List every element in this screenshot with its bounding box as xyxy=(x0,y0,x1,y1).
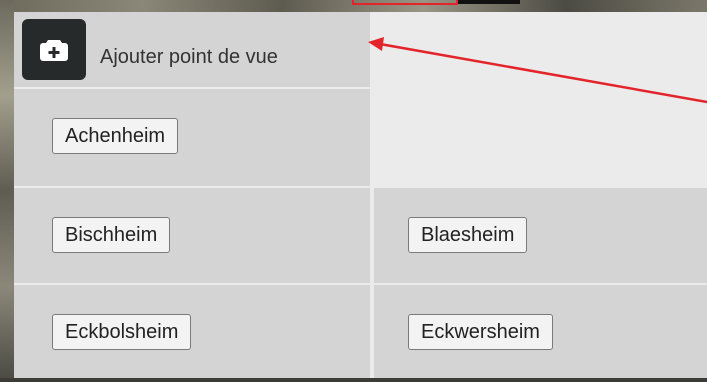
commune-cell: Eckwersheim xyxy=(374,285,707,378)
commune-cell: Blaesheim xyxy=(374,188,707,283)
map-background-left xyxy=(0,0,14,382)
map-background-bottom xyxy=(0,378,707,382)
annotation-highlight-box xyxy=(352,0,458,5)
camera-plus-icon xyxy=(40,39,68,61)
add-viewpoint-cell: Ajouter point de vue xyxy=(14,12,370,87)
commune-button-eckwersheim[interactable]: Eckwersheim xyxy=(408,314,553,350)
commune-cell: Achenheim xyxy=(14,89,370,186)
commune-cell: Bischheim xyxy=(14,188,370,283)
map-dark-strip xyxy=(458,0,520,4)
commune-cell: Eckbolsheim xyxy=(14,285,370,378)
add-viewpoint-label: Ajouter point de vue xyxy=(100,46,278,68)
viewpoint-panel: Ajouter point de vue Achenheim Bischheim… xyxy=(14,12,707,378)
commune-button-achenheim[interactable]: Achenheim xyxy=(52,118,179,154)
commune-button-blaesheim[interactable]: Blaesheim xyxy=(408,217,528,253)
commune-button-bischheim[interactable]: Bischheim xyxy=(52,217,171,253)
commune-button-eckbolsheim[interactable]: Eckbolsheim xyxy=(52,314,192,350)
add-viewpoint-button[interactable] xyxy=(22,19,86,80)
